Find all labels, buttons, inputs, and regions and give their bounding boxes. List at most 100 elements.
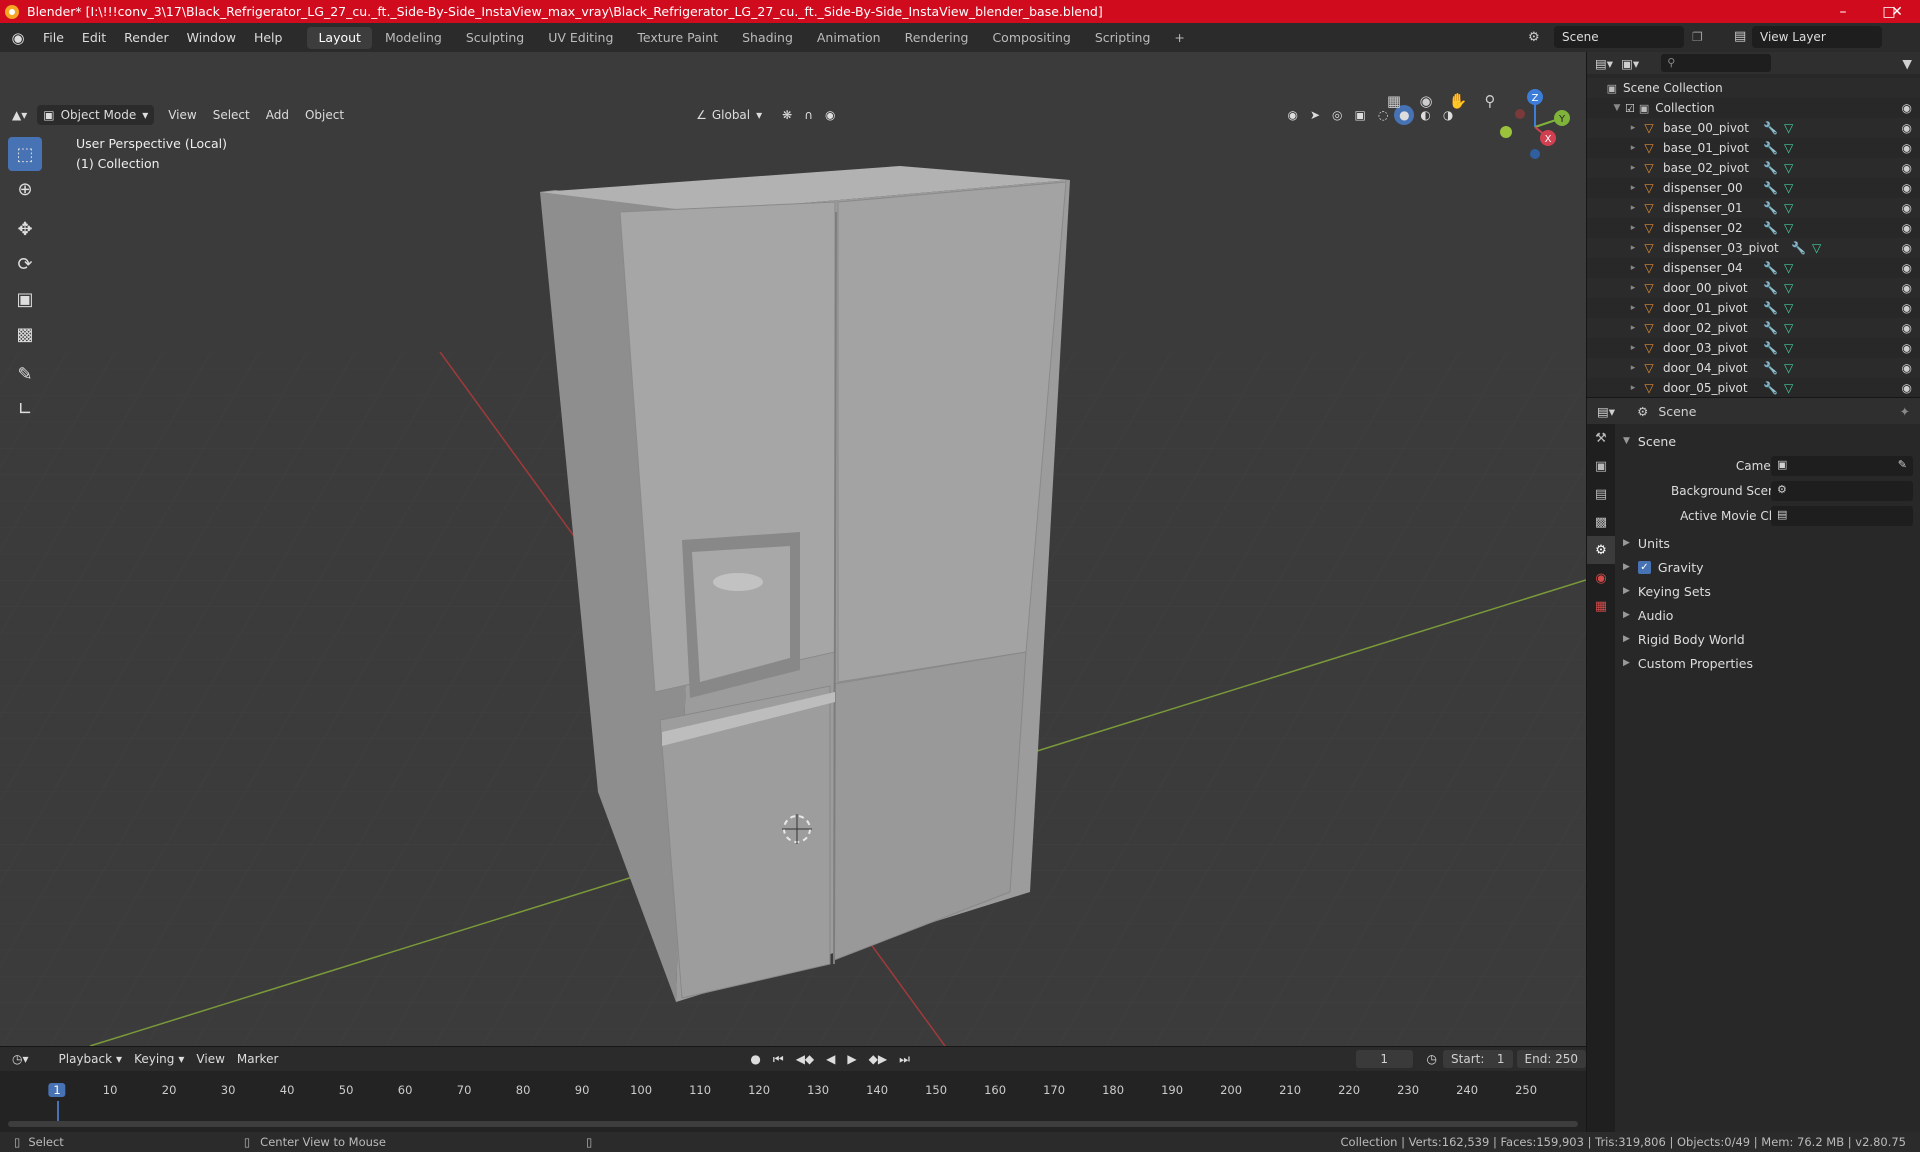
mesh-data-icon[interactable]: ▽ — [1784, 381, 1793, 395]
modifier-wrench-icon[interactable]: 🔧 — [1763, 341, 1778, 355]
view-layer-selector[interactable]: View Layer — [1752, 26, 1882, 48]
proportional-edit-icon[interactable]: ◉ — [819, 105, 841, 125]
tab-rendering[interactable]: Rendering — [894, 27, 980, 49]
outliner-object-row[interactable]: ▸ ▽ door_01_pivot 🔧 ▽ ◉ — [1587, 298, 1920, 318]
menu-view[interactable]: View — [162, 105, 202, 125]
tab-uv-editing[interactable]: UV Editing — [537, 27, 624, 49]
transform-tool-icon[interactable]: ▩ — [8, 317, 42, 351]
expand-icon[interactable]: ▸ — [1625, 343, 1641, 353]
modifier-wrench-icon[interactable]: 🔧 — [1763, 201, 1778, 215]
mesh-data-icon[interactable]: ▽ — [1784, 301, 1793, 315]
expand-icon[interactable]: ▸ — [1625, 203, 1641, 213]
scale-tool-icon[interactable]: ▣ — [8, 282, 42, 316]
subpanel-custom-properties[interactable]: ▶ Custom Properties — [1623, 652, 1753, 674]
eye-icon[interactable]: ◉ — [1902, 201, 1912, 215]
eye-icon[interactable]: ◉ — [1902, 181, 1912, 195]
expand-icon[interactable]: ▸ — [1625, 263, 1641, 273]
modifier-wrench-icon[interactable]: 🔧 — [1763, 121, 1778, 135]
eyedropper-icon[interactable]: ✎ — [1898, 458, 1907, 471]
outliner-object-row[interactable]: ▸ ▽ dispenser_01 🔧 ▽ ◉ — [1587, 198, 1920, 218]
mesh-data-icon[interactable]: ▽ — [1812, 241, 1821, 255]
tab-shading[interactable]: Shading — [731, 27, 804, 49]
render-tab-icon[interactable]: ▣ — [1587, 452, 1615, 480]
mesh-data-icon[interactable]: ▽ — [1784, 321, 1793, 335]
expand-icon[interactable]: ▸ — [1625, 383, 1641, 393]
cursor-tool-icon[interactable]: ⊕ — [8, 172, 42, 206]
expand-icon[interactable]: ▸ — [1625, 143, 1641, 153]
filter-icon[interactable]: ▼ — [1902, 56, 1912, 71]
expand-icon[interactable]: ▸ — [1625, 163, 1641, 173]
outliner-object-row[interactable]: ▸ ▽ base_01_pivot 🔧 ▽ ◉ — [1587, 138, 1920, 158]
play-icon[interactable]: ▶ — [841, 1049, 862, 1069]
close-button[interactable]: ✕ — [1874, 0, 1920, 23]
modifier-wrench-icon[interactable]: 🔧 — [1763, 141, 1778, 155]
collection-row[interactable]: ▼ ☑ ▣ Collection ◉ — [1587, 98, 1920, 118]
outliner-search-input[interactable]: ⚲ — [1661, 54, 1772, 72]
tab-layout[interactable]: Layout — [307, 26, 372, 49]
modifier-wrench-icon[interactable]: 🔧 — [1763, 221, 1778, 235]
expand-icon[interactable]: ▸ — [1625, 123, 1641, 133]
texture-tab-icon[interactable]: ▦ — [1587, 592, 1615, 620]
expand-icon[interactable]: ▸ — [1625, 283, 1641, 293]
mesh-data-icon[interactable]: ▽ — [1784, 201, 1793, 215]
pin-icon[interactable]: ✦ — [1900, 404, 1910, 419]
outliner-object-row[interactable]: ▸ ▽ dispenser_02 🔧 ▽ ◉ — [1587, 218, 1920, 238]
expand-icon[interactable]: ▸ — [1625, 183, 1641, 193]
eye-icon[interactable]: ◉ — [1902, 101, 1912, 115]
timeline-editor-icon[interactable]: ◷▾ — [6, 1049, 35, 1069]
clock-icon[interactable]: ◷ — [1421, 1049, 1443, 1069]
subpanel-keying-sets[interactable]: ▶ Keying Sets — [1623, 580, 1711, 602]
start-frame-field[interactable]: Start: 1 — [1443, 1050, 1513, 1068]
outliner-object-row[interactable]: ▸ ▽ door_00_pivot 🔧 ▽ ◉ — [1587, 278, 1920, 298]
outliner-object-row[interactable]: ▸ ▽ dispenser_04 🔧 ▽ ◉ — [1587, 258, 1920, 278]
expand-icon[interactable]: ▼ — [1609, 103, 1625, 113]
ortho-toggle-icon[interactable]: ▦ — [1380, 87, 1408, 115]
pan-hand-icon[interactable]: ✋ — [1444, 87, 1472, 115]
outliner-object-row[interactable]: ▸ ▽ door_04_pivot 🔧 ▽ ◉ — [1587, 358, 1920, 378]
expand-icon[interactable]: ▸ — [1625, 223, 1641, 233]
menu-help[interactable]: Help — [245, 23, 292, 52]
eye-icon[interactable]: ◉ — [1902, 301, 1912, 315]
mesh-data-icon[interactable]: ▽ — [1784, 361, 1793, 375]
minimize-button[interactable]: – — [1820, 0, 1866, 23]
menu-render[interactable]: Render — [115, 23, 178, 52]
prev-keyframe-icon[interactable]: ◀◆ — [790, 1049, 820, 1069]
mesh-data-icon[interactable]: ▽ — [1784, 121, 1793, 135]
rotate-tool-icon[interactable]: ⟳ — [8, 247, 42, 281]
modifier-wrench-icon[interactable]: 🔧 — [1763, 361, 1778, 375]
expand-icon[interactable]: ▸ — [1625, 323, 1641, 333]
camera-field[interactable]: ▣ ✎ — [1771, 456, 1913, 476]
modifier-wrench-icon[interactable]: 🔧 — [1763, 381, 1778, 395]
eye-icon[interactable]: ◉ — [1902, 261, 1912, 275]
tool-tab-icon[interactable]: ⚒ — [1587, 424, 1615, 452]
tab-modeling[interactable]: Modeling — [374, 27, 453, 49]
add-workspace-button[interactable]: + — [1163, 27, 1195, 49]
tab-scripting[interactable]: Scripting — [1084, 27, 1162, 49]
display-mode-icon[interactable]: ▣▾ — [1621, 56, 1639, 71]
outliner-object-row[interactable]: ▸ ▽ door_03_pivot 🔧 ▽ ◉ — [1587, 338, 1920, 358]
pivot-icon[interactable]: ❋ — [776, 105, 798, 125]
gizmo-toggle-icon[interactable]: ➤ — [1304, 105, 1326, 125]
tab-texture-paint[interactable]: Texture Paint — [626, 27, 729, 49]
menu-add[interactable]: Add — [260, 105, 295, 125]
editor-type-icon[interactable]: ▲▾ — [6, 105, 33, 125]
expand-icon[interactable]: ▸ — [1625, 243, 1641, 253]
outliner-editor-icon[interactable]: ▤▾ — [1595, 56, 1613, 71]
record-icon[interactable]: ● — [744, 1049, 766, 1069]
scene-selector[interactable]: Scene — [1554, 26, 1684, 48]
jump-start-icon[interactable]: ⏮ — [767, 1049, 790, 1069]
mesh-data-icon[interactable]: ▽ — [1784, 161, 1793, 175]
move-tool-icon[interactable]: ✥ — [8, 212, 42, 246]
subpanel-gravity[interactable]: ▶ ✓ Gravity — [1623, 556, 1704, 578]
play-reverse-icon[interactable]: ◀ — [820, 1049, 841, 1069]
eye-icon[interactable]: ◉ — [1902, 241, 1912, 255]
modifier-wrench-icon[interactable]: 🔧 — [1763, 321, 1778, 335]
blender-menu-icon[interactable]: ◉ — [8, 28, 28, 48]
modifier-wrench-icon[interactable]: 🔧 — [1763, 161, 1778, 175]
subpanel-rigid-body-world[interactable]: ▶ Rigid Body World — [1623, 628, 1745, 650]
eye-icon[interactable]: ◉ — [1902, 141, 1912, 155]
menu-playback[interactable]: Playback ▾ — [53, 1049, 129, 1069]
camera-view-icon[interactable]: ◉ — [1412, 87, 1440, 115]
visibility-icon[interactable]: ◉ — [1282, 105, 1304, 125]
menu-file[interactable]: File — [34, 23, 73, 52]
